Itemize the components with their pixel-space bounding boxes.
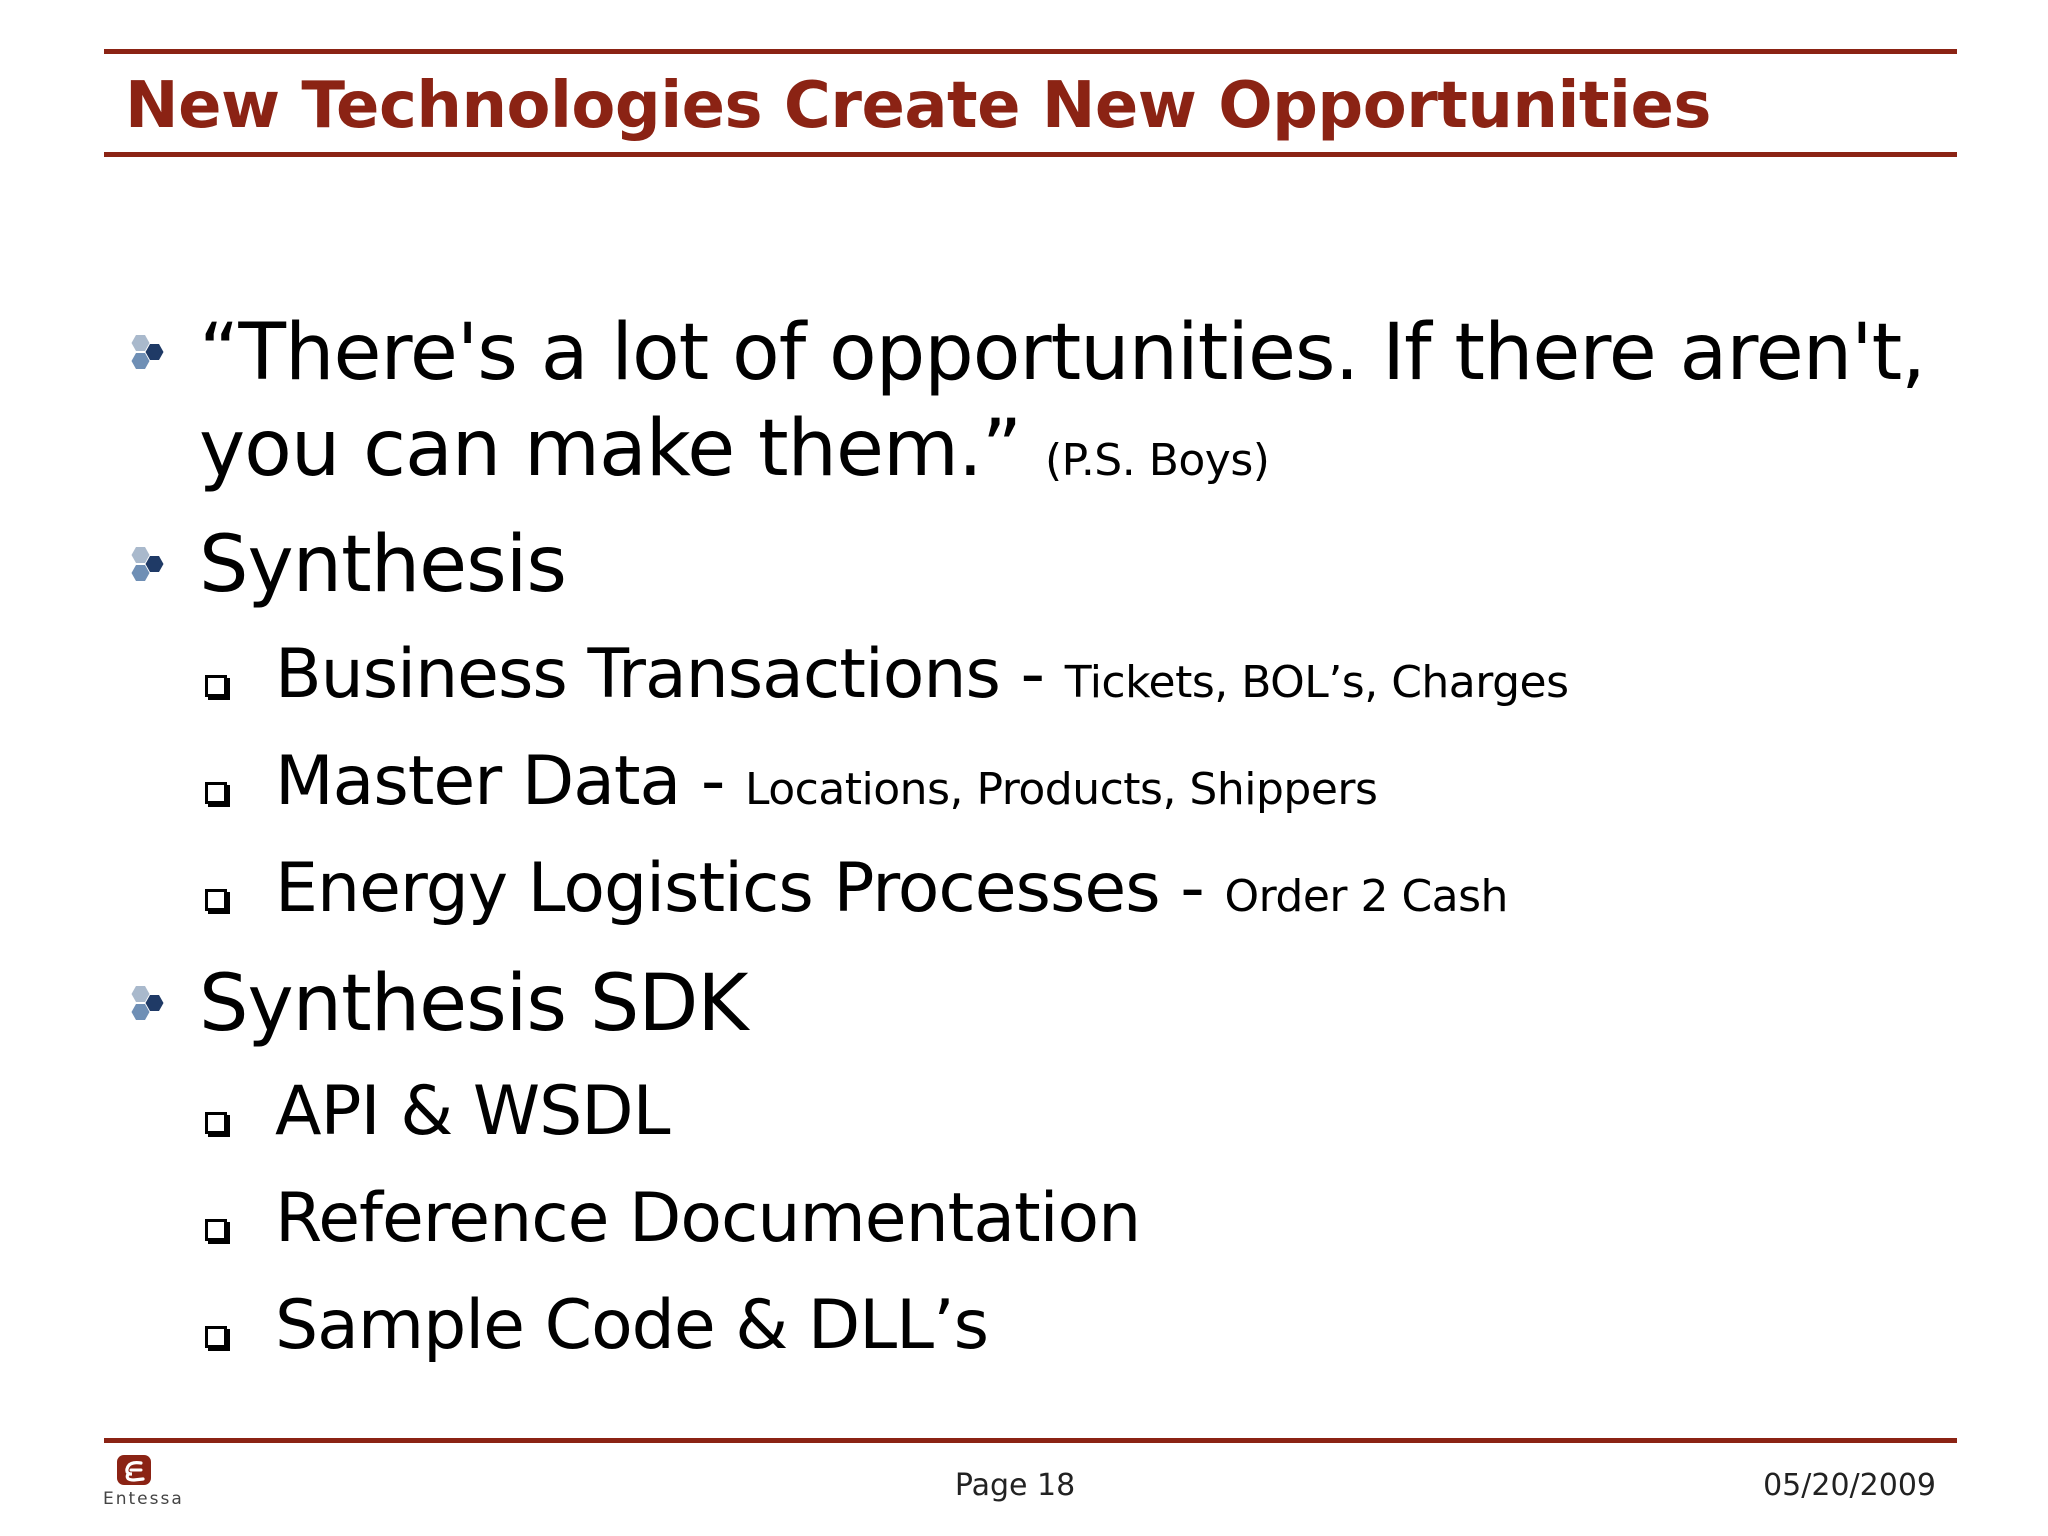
square-bullet-icon bbox=[205, 889, 227, 911]
synthesis-item-energy-logistics: Energy Logistics Processes - Order 2 Cas… bbox=[275, 847, 1508, 939]
quote-line-2-wrap: you can make them.” (P.S. Boys) bbox=[199, 401, 1270, 509]
hexagon-bullet-icon bbox=[131, 547, 164, 581]
synthesis-item-business-transactions: Business Transactions - Tickets, BOL’s, … bbox=[275, 633, 1569, 725]
sdk-item-api-wsdl: API & WSDL bbox=[275, 1072, 670, 1151]
header-bottom-rule bbox=[104, 152, 1957, 157]
slide-title: New Technologies Create New Opportunitie… bbox=[125, 69, 1711, 143]
square-bullet-icon bbox=[205, 782, 227, 804]
quote-line-2: you can make them.” bbox=[199, 404, 1022, 494]
sdk-heading: Synthesis SDK bbox=[199, 959, 749, 1049]
hexagon-bullet-icon bbox=[131, 986, 164, 1020]
hexagon-bullet-icon bbox=[131, 335, 164, 369]
sdk-item-reference-docs: Reference Documentation bbox=[275, 1179, 1141, 1258]
synthesis-heading: Synthesis bbox=[199, 520, 567, 610]
quote-line-1: “There's a lot of opportunities. If ther… bbox=[199, 308, 1926, 398]
square-bullet-icon bbox=[205, 1326, 227, 1348]
synthesis-item-master-data: Master Data - Locations, Products, Shipp… bbox=[275, 740, 1378, 832]
square-bullet-icon bbox=[205, 1219, 227, 1241]
slide-date: 05/20/2009 bbox=[1763, 1468, 1936, 1503]
synthesis-item-main: Business Transactions - bbox=[275, 635, 1065, 714]
header-top-rule bbox=[104, 49, 1957, 54]
footer-rule bbox=[104, 1438, 1957, 1443]
sdk-item-sample-code: Sample Code & DLL’s bbox=[275, 1286, 989, 1365]
square-bullet-icon bbox=[205, 1112, 227, 1134]
synthesis-item-detail: Order 2 Cash bbox=[1224, 871, 1508, 922]
synthesis-item-detail: Locations, Products, Shippers bbox=[744, 764, 1378, 815]
synthesis-item-main: Master Data - bbox=[275, 742, 745, 821]
synthesis-item-main: Energy Logistics Processes - bbox=[275, 849, 1225, 928]
synthesis-item-detail: Tickets, BOL’s, Charges bbox=[1064, 657, 1569, 708]
square-bullet-icon bbox=[205, 675, 227, 697]
page-number: Page 18 bbox=[954, 1468, 1076, 1503]
quote-attribution: (P.S. Boys) bbox=[1044, 435, 1270, 486]
